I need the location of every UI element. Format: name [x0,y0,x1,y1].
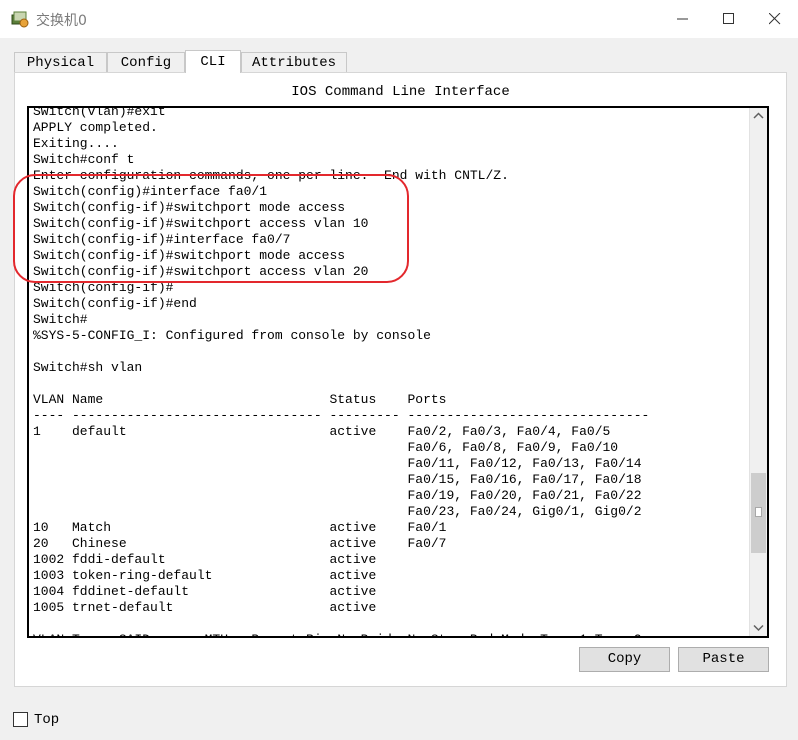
maximize-icon [723,13,734,24]
console-line: Enter configuration commands, one per li… [33,168,509,183]
console-line: Fa0/11, Fa0/12, Fa0/13, Fa0/14 [33,456,642,471]
tab-physical[interactable]: Physical [14,52,107,72]
console-line: Switch(config-if)#end [33,296,197,311]
console-line: Fa0/19, Fa0/20, Fa0/21, Fa0/22 [33,488,642,503]
console-line: Switch#sh vlan [33,360,143,375]
copy-button[interactable]: Copy [579,647,670,672]
scroll-down-button[interactable] [750,619,767,636]
paste-button[interactable]: Paste [678,647,769,672]
scroll-grip-icon [755,507,762,517]
window-title: 交换机0 [36,13,87,29]
minimize-button[interactable] [660,0,706,38]
scroll-thumb[interactable] [751,473,766,553]
top-checkbox[interactable] [13,712,28,727]
maximize-button[interactable] [706,0,752,38]
tab-config[interactable]: Config [107,52,185,72]
console-line: Switch(config-if)#switchport mode access [33,248,346,263]
console-line: 1002 fddi-default active [33,552,377,567]
console-line: Switch(config-if)#interface fa0/7 [33,232,291,247]
console-line: Switch(config-if)#switchport access vlan… [33,216,369,231]
tab-attributes[interactable]: Attributes [241,52,347,72]
close-icon [769,13,781,25]
console-line: ---- -------------------------------- --… [33,408,650,423]
chevron-down-icon [753,624,764,632]
console-scrollbar[interactable] [749,108,767,636]
console-line: Switch(vlan)#exit [33,106,166,119]
console-line: Switch(config)#interface fa0/1 [33,184,268,199]
console-line: 10 Match active Fa0/1 [33,520,447,535]
console-line: APPLY completed. [33,120,158,135]
console-line: 1005 trnet-default active [33,600,377,615]
console-line: 20 Chinese active Fa0/7 [33,536,447,551]
console-line: Fa0/6, Fa0/8, Fa0/9, Fa0/10 [33,440,619,455]
scroll-up-button[interactable] [750,108,767,125]
console-line: Fa0/15, Fa0/16, Fa0/17, Fa0/18 [33,472,642,487]
console-output[interactable]: Switch(vlan)#exit APPLY completed. Exiti… [33,106,650,636]
console-line: VLAN Type SAID MTU Parent RingNo BridgeN… [33,632,642,636]
console-line: Switch(config-if)# [33,280,174,295]
console-line: %SYS-5-CONFIG_I: Configured from console… [33,328,431,343]
cli-panel: IOS Command Line Interface Switch(vlan)#… [14,72,787,687]
console-line: Switch(config-if)#switchport mode access [33,200,346,215]
console-line: 1003 token-ring-default active [33,568,377,583]
chevron-up-icon [753,112,764,119]
console-line: 1 default active Fa0/2, Fa0/3, Fa0/4, Fa… [33,424,611,439]
cli-console[interactable]: Switch(vlan)#exit APPLY completed. Exiti… [27,106,769,638]
console-line: Switch# [33,312,88,327]
close-button[interactable] [752,0,798,38]
top-checkbox-label: Top [34,712,60,728]
console-line: Fa0/23, Fa0/24, Gig0/1, Gig0/2 [33,504,642,519]
tab-cli[interactable]: CLI [185,50,241,73]
panel-title: IOS Command Line Interface [291,84,510,100]
console-line: Switch(config-if)#switchport access vlan… [33,264,369,279]
minimize-icon [677,18,688,20]
console-line: Switch#conf t [33,152,135,167]
switch-app-icon [10,9,30,29]
console-line: VLAN Name Status Ports [33,392,447,407]
console-line: 1004 fddinet-default active [33,584,377,599]
console-line: Exiting.... [33,136,119,151]
title-bar: 交换机0 [0,0,798,38]
